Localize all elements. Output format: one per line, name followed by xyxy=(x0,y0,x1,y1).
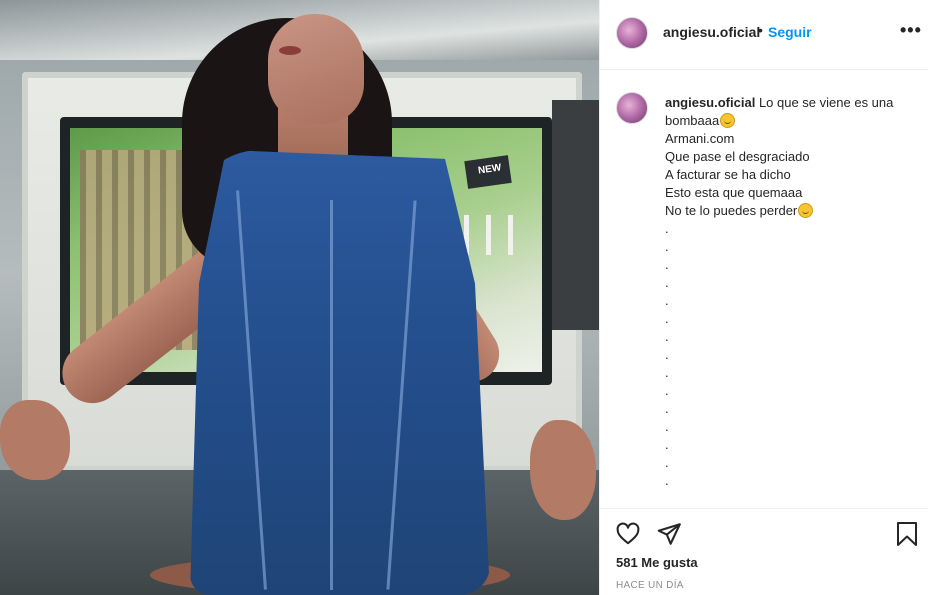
caption-line: Que pase el desgraciado xyxy=(665,149,810,164)
photo-face xyxy=(268,14,364,124)
caption-dot: . xyxy=(665,311,669,326)
post-photo[interactable]: NEW xyxy=(0,0,599,595)
send-icon[interactable] xyxy=(656,521,682,547)
author-avatar[interactable] xyxy=(616,17,648,49)
photo-dress-seam xyxy=(330,200,333,590)
caption-dot: . xyxy=(665,347,669,362)
more-options-icon[interactable]: ••• xyxy=(900,20,922,41)
caption-dot: . xyxy=(665,455,669,470)
heart-icon[interactable] xyxy=(615,521,641,547)
photo-denim-dress xyxy=(190,150,490,595)
caption-dot: . xyxy=(665,275,669,290)
photo-side-panel xyxy=(552,100,599,330)
caption-dot: . xyxy=(665,293,669,308)
caption-dot: . xyxy=(665,473,669,488)
header-separator: • xyxy=(758,22,763,38)
caption-line: Esto esta que quemaaa xyxy=(665,185,803,200)
post-timestamp[interactable]: HACE UN DÍA xyxy=(616,580,684,591)
post-actions: 581 Me gusta HACE UN DÍA xyxy=(600,508,928,595)
caption-avatar[interactable] xyxy=(616,92,648,124)
caption-dot: . xyxy=(665,419,669,434)
bookmark-icon[interactable] xyxy=(895,521,919,547)
photo-right-hand xyxy=(530,420,596,520)
post-header: angiesu.oficial • Seguir ••• xyxy=(600,0,928,70)
smiling-face-emoji-icon xyxy=(798,203,814,218)
photo-left-hand xyxy=(0,400,70,480)
caption-username[interactable]: angiesu.oficial xyxy=(665,95,755,110)
caption-line: A facturar se ha dicho xyxy=(665,167,791,182)
caption-line: Armani.com xyxy=(665,131,735,146)
caption-dot: . xyxy=(665,437,669,452)
follow-button[interactable]: Seguir xyxy=(768,24,812,40)
caption-dot: . xyxy=(665,239,669,254)
likes-count[interactable]: 581 Me gusta xyxy=(616,555,698,570)
caption-line: No te lo puedes perder xyxy=(665,203,798,218)
post-side-panel: angiesu.oficial • Seguir ••• angiesu.ofi… xyxy=(599,0,928,595)
photo-lips xyxy=(279,46,301,55)
caption-dot: . xyxy=(665,365,669,380)
caption-text: angiesu.oficial Lo que se viene es una b… xyxy=(665,94,915,490)
caption-section: angiesu.oficial Lo que se viene es una b… xyxy=(600,70,928,508)
caption-dot: . xyxy=(665,329,669,344)
caption-dot: . xyxy=(665,257,669,272)
caption-dot: . xyxy=(665,401,669,416)
author-username[interactable]: angiesu.oficial xyxy=(663,24,760,40)
smiling-face-emoji-icon xyxy=(720,113,736,128)
caption-dot: . xyxy=(665,383,669,398)
caption-dot: . xyxy=(665,221,669,236)
instagram-post: NEW angiesu.oficial • Seguir ••• angiesu… xyxy=(0,0,928,595)
